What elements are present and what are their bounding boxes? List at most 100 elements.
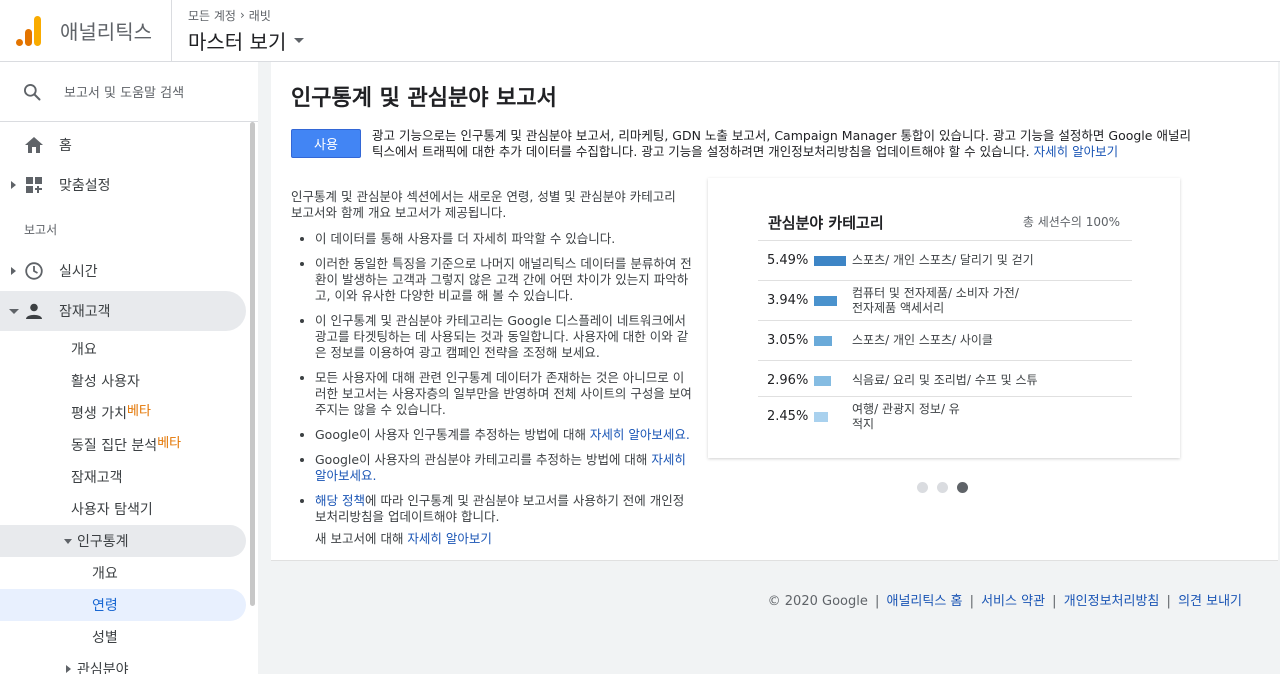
notice-learn-more-link[interactable]: 자세히 알아보기	[1034, 144, 1118, 159]
new-reports-learn-more-link[interactable]: 자세히 알아보기	[407, 531, 491, 546]
view-name: 마스터 보기	[188, 29, 287, 54]
beta-badge: 베타	[126, 404, 151, 419]
demographics-learn-more-link[interactable]: 자세히 알아보세요.	[590, 427, 690, 442]
sidebar-subitem-age[interactable]: 연령	[0, 589, 246, 621]
collapse-arrow-icon	[9, 308, 19, 314]
list-item-text: Google이 사용자 인구통계를 추정하는 방법에 대해	[315, 427, 590, 442]
footer-link-terms[interactable]: 서비스 약관	[981, 594, 1045, 609]
category-bar	[814, 295, 837, 306]
top-bar: 애널리틱스 모든 계정 › 래빗 마스터 보기	[0, 0, 1280, 62]
category-row: 5.49% 스포츠/ 개인 스포츠/ 달리기 및 걷기	[758, 240, 1132, 280]
list-item: 해당 정책에 따라 인구통계 및 관심분야 보고서를 사용하기 전에 개인정보처…	[300, 493, 692, 525]
category-bar	[814, 255, 846, 266]
feature-list: 이 데이터를 통해 사용자를 더 자세히 파악할 수 있습니다. 이러한 동일한…	[300, 231, 692, 534]
carousel-dots	[917, 482, 968, 493]
sidebar-item-label: 맞춤설정	[59, 178, 111, 194]
advertising-features-notice: 광고 기능으로는 인구통계 및 관심분야 보고서, 리마케팅, GDN 노출 보…	[372, 128, 1192, 160]
sidebar-subitem-lifetime-value[interactable]: 평생 가치베타	[0, 397, 258, 429]
sidebar-subitem-audiences[interactable]: 잠재고객	[0, 461, 258, 493]
sidebar-subitem-label: 개요	[92, 566, 118, 582]
list-item-text: Google이 사용자의 관심분야 카테고리를 추정하는 방법에 대해	[315, 452, 652, 467]
carousel-dot[interactable]	[937, 482, 948, 493]
list-item: Google이 사용자 인구통계를 추정하는 방법에 대해 자세히 알아보세요.	[300, 427, 692, 443]
category-percent: 5.49%	[767, 253, 809, 268]
sidebar-subitem-overview[interactable]: 개요	[0, 333, 258, 365]
sidebar-subitem-label: 개요	[71, 342, 97, 358]
category-bar	[814, 411, 828, 422]
analytics-logo[interactable]: 애널리틱스	[0, 0, 172, 62]
sidebar-subitem-label: 인구통계	[77, 534, 129, 550]
sidebar-subitem-active-users[interactable]: 활성 사용자	[0, 365, 258, 397]
sidebar-subitem-label: 활성 사용자	[71, 374, 140, 390]
footer-link-privacy[interactable]: 개인정보처리방침	[1064, 594, 1160, 609]
sidebar-subitem-label: 동질 집단 분석베타	[71, 435, 181, 455]
app-name: 애널리틱스	[60, 20, 152, 44]
list-item: 모든 사용자에 대해 관련 인구통계 데이터가 존재하는 것은 아니므로 이러한…	[300, 370, 692, 418]
sidebar-search[interactable]: 보고서 및 도움말 검색	[0, 62, 258, 122]
enable-button[interactable]: 사용	[291, 129, 361, 158]
copyright: © 2020 Google	[767, 594, 868, 609]
sidebar-subitem-label: 관심분야	[77, 662, 129, 674]
cohort-analysis-label: 동질 집단 분석	[71, 438, 158, 454]
sidebar-subitem-interests[interactable]: 관심분야	[0, 653, 258, 674]
category-name: 식음료/ 요리 및 조리법/ 수프 및 스튜	[852, 373, 1038, 387]
sidebar-subitem-user-explorer[interactable]: 사용자 탐색기	[0, 493, 258, 525]
sidebar-subitem-gender[interactable]: 성별	[0, 621, 258, 653]
sidebar-scrollbar[interactable]	[250, 122, 255, 606]
footer-link-analytics-home[interactable]: 애널리틱스 홈	[887, 594, 963, 609]
sidebar-subitem-demographics-overview[interactable]: 개요	[0, 557, 258, 589]
sidebar-item-realtime[interactable]: 실시간	[0, 251, 258, 291]
category-percent: 3.94%	[767, 293, 809, 308]
list-item-text: 모든 사용자에 대해 관련 인구통계 데이터가 존재하는 것은 아니므로 이러한…	[315, 370, 692, 417]
list-item-text: 에 따라 인구통계 및 관심분야 보고서를 사용하기 전에 개인정보처리방침을 …	[315, 493, 685, 524]
breadcrumb-account: 래빗	[248, 8, 271, 23]
category-percent: 3.05%	[767, 333, 809, 348]
sidebar-subitem-cohort-analysis[interactable]: 동질 집단 분석베타	[0, 429, 258, 461]
clock-icon	[24, 261, 44, 281]
sidebar-item-label: 실시간	[59, 264, 98, 280]
breadcrumb: 모든 계정 › 래빗	[188, 7, 304, 24]
breadcrumb-all-accounts: 모든 계정	[188, 8, 236, 23]
lifetime-value-label: 평생 가치	[71, 406, 127, 422]
person-icon	[24, 301, 44, 321]
carousel-dot[interactable]	[917, 482, 928, 493]
sidebar-item-customization[interactable]: 맞춤설정	[0, 165, 258, 205]
sidebar-subitem-label: 잠재고객	[71, 470, 123, 486]
list-item-text: 이러한 동일한 특징을 기준으로 나머지 애널리틱스 데이터를 분류하여 전환이…	[315, 256, 692, 303]
sidebar-subitem-label: 성별	[92, 630, 118, 646]
intro-text: 인구통계 및 관심분야 섹션에서는 새로운 연령, 성별 및 관심분야 카테고리…	[291, 189, 676, 220]
panel-subtitle: 총 세션수의 100%	[1022, 215, 1120, 229]
list-item-text: 이 인구통계 및 관심분야 카테고리는 Google 디스플레이 네트워크에서 …	[315, 313, 689, 360]
beta-badge: 베타	[157, 436, 182, 451]
dropdown-caret-icon	[294, 37, 305, 43]
sidebar-item-home[interactable]: 홈	[0, 125, 258, 165]
footer-separator: |	[969, 594, 974, 609]
category-bar	[814, 335, 832, 346]
footer: © 2020 Google | 애널리틱스 홈 | 서비스 약관 | 개인정보처…	[768, 590, 1242, 609]
dashboard-plus-icon	[24, 175, 44, 195]
sidebar-item-audience[interactable]: 잠재고객	[0, 291, 246, 331]
category-name: 스포츠/ 개인 스포츠/ 달리기 및 걷기	[852, 253, 1034, 267]
category-row: 2.96% 식음료/ 요리 및 조리법/ 수프 및 스튜	[758, 360, 1132, 400]
list-item: 이 인구통계 및 관심분야 카테고리는 Google 디스플레이 네트워크에서 …	[300, 313, 692, 361]
interest-category-panel: 관심분야 카테고리 총 세션수의 100% 5.49% 스포츠/ 개인 스포츠/…	[708, 178, 1180, 458]
category-row: 2.45% 여행/ 관광지 정보/ 유적지	[758, 396, 1132, 436]
policy-link[interactable]: 해당 정책	[315, 493, 365, 508]
footer-link-feedback[interactable]: 의견 보내기	[1178, 594, 1242, 609]
list-item: 이 데이터를 통해 사용자를 더 자세히 파악할 수 있습니다.	[300, 231, 692, 247]
sidebar-subitem-label: 연령	[92, 598, 118, 614]
account-selector[interactable]: 모든 계정 › 래빗 마스터 보기	[172, 7, 305, 55]
category-percent: 2.96%	[767, 373, 809, 388]
view-selector[interactable]: 마스터 보기	[188, 26, 305, 55]
carousel-dot[interactable]	[957, 482, 968, 493]
footer-separator: |	[1052, 594, 1057, 609]
category-name: 스포츠/ 개인 스포츠/ 사이클	[852, 333, 993, 347]
category-percent: 2.45%	[767, 409, 809, 424]
category-row: 3.05% 스포츠/ 개인 스포츠/ 사이클	[758, 320, 1132, 360]
home-icon	[24, 135, 44, 155]
sidebar-subitem-demographics[interactable]: 인구통계	[0, 525, 246, 557]
new-reports-line: 새 보고서에 대해 자세히 알아보기	[315, 528, 492, 547]
chevron-right-icon: ›	[239, 8, 245, 22]
new-reports-text: 새 보고서에 대해	[315, 531, 408, 546]
list-item-text: 이 데이터를 통해 사용자를 더 자세히 파악할 수 있습니다.	[315, 231, 616, 246]
